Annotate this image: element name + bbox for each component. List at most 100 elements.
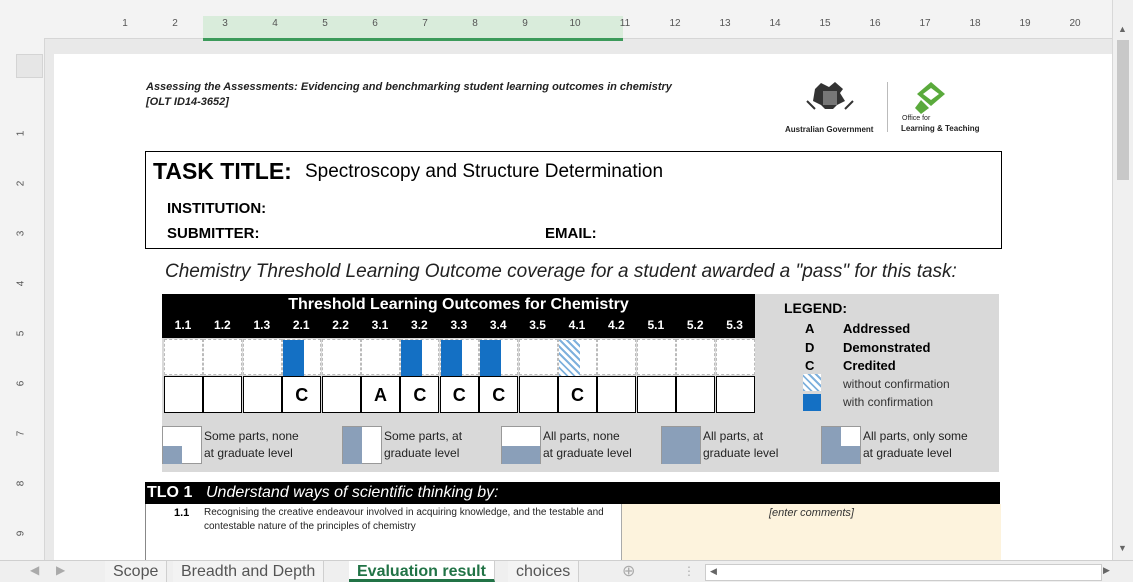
row-border (145, 504, 146, 560)
key-swatch-some-none (162, 426, 202, 464)
tlo-column-number: 5.3 (726, 318, 743, 332)
ruler-number: 2 (172, 18, 178, 29)
sheet-tab-bar: ◀ ▶ Scope Breadth and Depth Evaluation r… (0, 560, 1133, 582)
scroll-down-icon[interactable]: ▼ (1118, 543, 1127, 553)
ruler-number: 6 (15, 380, 27, 387)
tlo-level-cell[interactable] (321, 376, 361, 413)
legend-label: Demonstrated (843, 340, 931, 355)
ruler-number: 20 (1069, 18, 1081, 29)
vertical-ruler: 1 2 3 4 5 6 7 8 9 (0, 38, 45, 560)
tlo-coverage-cell[interactable] (361, 339, 400, 375)
tlo-column-number: 1.3 (253, 318, 271, 332)
tab-split-handle-icon[interactable]: ⋮ (683, 564, 695, 578)
tab-evaluation-result[interactable]: Evaluation result (349, 561, 495, 582)
legend-solid-swatch (803, 394, 821, 411)
comments-cell[interactable]: [enter comments] (621, 504, 1001, 560)
key-label: All parts, none at graduate level (543, 429, 632, 460)
ruler-number: 2 (15, 180, 27, 187)
legend-letter: C (805, 358, 815, 373)
key-label: All parts, only some at graduate level (863, 429, 968, 460)
tlo-level-cell[interactable] (715, 376, 755, 413)
ruler-number: 14 (769, 18, 781, 29)
ruler-number: 13 (719, 18, 731, 29)
ruler-number: 3 (15, 230, 27, 237)
tlo-level-cell[interactable]: C (479, 376, 519, 413)
tlo-coverage-cell[interactable] (400, 339, 440, 376)
key-swatch-all-graduate (661, 426, 701, 464)
tlo-coverage-cell[interactable] (242, 339, 282, 375)
tlo-column-number: 4.1 (568, 318, 586, 332)
tab-scope[interactable]: Scope (105, 561, 168, 582)
tab-choices[interactable]: choices (508, 561, 580, 582)
tlo-level-cell[interactable] (636, 376, 676, 413)
tlo-level-cell[interactable]: A (361, 376, 400, 413)
submitter-label: SUBMITTER: (167, 225, 260, 242)
tlo-level-cell[interactable]: C (558, 376, 597, 413)
tlo-coverage-cell[interactable] (321, 339, 361, 375)
tlo-coverage-cell[interactable] (203, 339, 243, 375)
tlo-coverage-cell[interactable] (558, 339, 597, 376)
tlo-level-cell[interactable] (164, 376, 203, 413)
tlo-level-cell[interactable] (203, 376, 243, 413)
ruler-number: 7 (422, 18, 428, 29)
tlo-coverage-cell[interactable] (518, 339, 558, 375)
scroll-right-icon[interactable]: ▶ (1103, 565, 1110, 576)
ruler-number: 8 (472, 18, 478, 29)
tlo-column-number: 3.2 (411, 318, 428, 332)
tlo-row-text: Recognising the creative endeavour invol… (204, 507, 604, 532)
scrollbar-thumb[interactable] (1117, 40, 1129, 180)
tlo-level-cell[interactable]: C (282, 376, 322, 413)
tlo-coverage-cell[interactable] (597, 339, 637, 375)
scroll-up-icon[interactable]: ▲ (1118, 24, 1127, 34)
ruler-number: 19 (1019, 18, 1031, 29)
ruler-number: 7 (15, 430, 27, 437)
tlo-coverage-cell[interactable] (439, 339, 479, 376)
task-title-label: TASK TITLE: (153, 158, 292, 184)
tlo-level-cell[interactable]: C (439, 376, 479, 413)
key-swatch-all-none (501, 426, 541, 464)
worksheet-page[interactable]: Assessing the Assessments: Evidencing an… (54, 54, 1113, 560)
ruler-number: 10 (569, 18, 581, 29)
tlo-coverage-table: Threshold Learning Outcomes for Chemistr… (162, 294, 755, 418)
tab-breadth-and-depth[interactable]: Breadth and Depth (173, 561, 325, 582)
legend-hatch-label: without confirmation (843, 377, 950, 391)
key-label: All parts, at graduate level (703, 429, 779, 460)
ruler-number: 9 (522, 18, 528, 29)
scroll-left-icon[interactable]: ◀ (710, 566, 717, 577)
tlo-level-cell[interactable] (676, 376, 716, 413)
tlo-column-number: 5.1 (647, 318, 665, 332)
tlo-level-cell[interactable] (242, 376, 282, 413)
task-title-value[interactable]: Spectroscopy and Structure Determination (305, 161, 663, 183)
tab-scroll-left-icon[interactable]: ◀ (30, 563, 39, 577)
tlo-coverage-cell[interactable] (676, 339, 716, 375)
add-sheet-icon[interactable]: ⊕ (622, 561, 635, 581)
tab-scroll-right-icon[interactable]: ▶ (56, 563, 65, 577)
header-project-id: [OLT ID14-3652] (146, 96, 229, 108)
tlo-column-number: 4.2 (608, 318, 625, 332)
horizontal-scrollbar[interactable]: ◀ (705, 564, 1102, 581)
tlo-row-number: 1.1 (174, 507, 190, 519)
tlo-coverage-cell[interactable] (636, 339, 676, 375)
ruler-number: 18 (969, 18, 981, 29)
tlo-column-number: 5.2 (686, 318, 704, 332)
coverage-heading: Chemistry Threshold Learning Outcome cov… (165, 261, 957, 282)
legend-letter: D (805, 340, 815, 355)
tlo-coverage-cell[interactable] (164, 339, 203, 375)
tlo-level-cell[interactable] (518, 376, 558, 413)
comments-placeholder: [enter comments] (769, 507, 854, 519)
tlo-coverage-cell[interactable] (282, 339, 322, 376)
ruler-number: 17 (919, 18, 931, 29)
ruler-number: 11 (619, 18, 631, 29)
ruler-number: 12 (669, 18, 681, 29)
tlo-table-title: Threshold Learning Outcomes for Chemistr… (288, 296, 629, 313)
tlo-level-cell[interactable]: C (400, 376, 440, 413)
horizontal-ruler: 1 2 3 4 5 6 7 8 9 10 11 12 13 14 15 16 1… (0, 0, 1113, 41)
vertical-scrollbar[interactable]: ▲ ▼ (1112, 0, 1133, 560)
key-swatch-all-some (821, 426, 861, 464)
ruler-number: 5 (322, 18, 328, 29)
tlo-coverage-cell[interactable] (715, 339, 755, 375)
tlo-level-cell[interactable] (597, 376, 637, 413)
tlo-coverage-cell[interactable] (479, 339, 519, 376)
coverage-fill-confirmed (401, 340, 423, 376)
ruler-number: 6 (372, 18, 378, 29)
